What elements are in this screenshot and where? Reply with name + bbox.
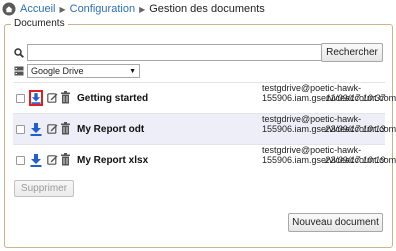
documents-legend: Documents [11, 18, 68, 29]
trash-icon[interactable] [60, 91, 71, 104]
download-icon[interactable] [29, 90, 43, 106]
document-name[interactable]: My Report odt [77, 124, 144, 135]
document-name[interactable]: My Report xlsx [77, 155, 148, 166]
breadcrumb-separator-icon: ▶ [59, 4, 66, 14]
table-row: Getting started testgdrive@poetic-hawk-1… [13, 82, 396, 113]
document-name[interactable]: Getting started [77, 93, 148, 104]
new-document-button[interactable]: Nouveau document [288, 213, 383, 232]
delete-button[interactable]: Supprimer [14, 180, 74, 197]
breadcrumb-current: Gestion des documents [149, 3, 265, 15]
breadcrumb-configuration-link[interactable]: Configuration [70, 3, 135, 15]
document-date: 22/09/17 10:19 [324, 155, 385, 165]
breadcrumb: Accueil ▶ Configuration ▶ Gestion des do… [0, 0, 396, 18]
table-row: My Report odt testgdrive@poetic-hawk-155… [13, 113, 396, 144]
breadcrumb-home-link[interactable]: Accueil [20, 3, 55, 15]
home-icon[interactable] [2, 2, 16, 16]
row-checkbox[interactable] [16, 125, 25, 134]
storage-select-value: Google Drive [31, 66, 84, 76]
documents-panel: Documents Rechercher Google Drive ▼ Gett… [4, 18, 396, 248]
trash-icon[interactable] [60, 122, 71, 135]
breadcrumb-separator-icon: ▶ [139, 4, 146, 14]
edit-icon[interactable] [47, 123, 58, 134]
document-date: 22/09/17 10:13 [324, 124, 385, 134]
table-row: My Report xlsx testgdrive@poetic-hawk-15… [13, 144, 396, 175]
download-icon[interactable] [29, 121, 43, 137]
row-checkbox[interactable] [16, 94, 25, 103]
storage-select[interactable]: Google Drive ▼ [27, 64, 140, 78]
document-date: 11/09/17 10:37 [325, 93, 385, 103]
storage-row: Google Drive ▼ [14, 64, 140, 78]
chevron-down-icon: ▼ [129, 67, 136, 75]
document-list: Getting started testgdrive@poetic-hawk-1… [13, 82, 396, 175]
row-checkbox[interactable] [16, 156, 25, 165]
search-row [14, 44, 329, 61]
search-button[interactable]: Rechercher [321, 43, 383, 62]
storage-icon [14, 66, 24, 76]
edit-icon[interactable] [47, 154, 58, 165]
trash-icon[interactable] [60, 153, 71, 166]
search-icon [14, 47, 24, 58]
edit-icon[interactable] [47, 92, 58, 103]
search-input[interactable] [27, 44, 329, 61]
download-icon[interactable] [29, 152, 43, 168]
